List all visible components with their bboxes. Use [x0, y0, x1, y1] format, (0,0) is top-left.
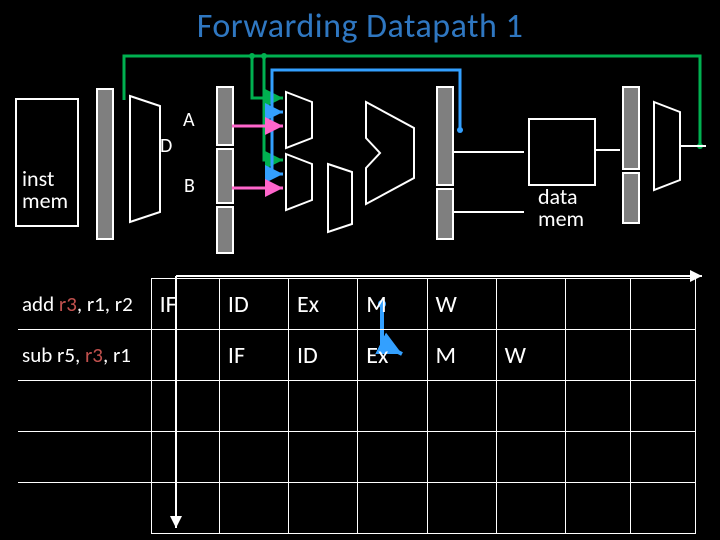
stage-cell: [630, 330, 695, 381]
stage-cell: M: [358, 279, 427, 330]
pipe-reg-id-ex-bot: [216, 206, 234, 254]
table-row: [18, 432, 696, 483]
stage-cell: [427, 432, 496, 483]
stage-cell: W: [496, 330, 565, 381]
page-title: Forwarding Datapath 1: [0, 6, 720, 47]
stage-cell: [151, 483, 219, 534]
stage-cell: M: [427, 330, 496, 381]
stage-cell: ID: [288, 330, 357, 381]
data-mem-label: data mem: [538, 186, 584, 230]
stage-cell: [496, 381, 565, 432]
stage-cell: IF: [151, 279, 219, 330]
stage-cell: [496, 279, 565, 330]
stage-cell: IF: [219, 330, 288, 381]
stage-cell: [427, 483, 496, 534]
instruction-cell: [18, 432, 151, 483]
port-b-label: B: [184, 174, 195, 198]
stage-cell: [565, 330, 630, 381]
stage-cell: W: [427, 279, 496, 330]
stage-cell: [219, 432, 288, 483]
instruction-cell: [18, 381, 151, 432]
stage-cell: [427, 381, 496, 432]
stage-cell: [565, 381, 630, 432]
stage-cell: [219, 483, 288, 534]
stage-cell: [151, 330, 219, 381]
pipe-reg-ex-mem-bot: [436, 188, 454, 240]
stage-cell: [496, 483, 565, 534]
pipe-reg-mem-wb-top: [622, 86, 640, 170]
stage-cell: Ex: [358, 330, 427, 381]
pipe-reg-if-id: [96, 88, 114, 240]
stage-cell: [630, 483, 695, 534]
stage-cell: Ex: [288, 279, 357, 330]
instruction-cell: sub r5, r3, r1: [18, 330, 151, 381]
stage-cell: [358, 432, 427, 483]
stage-cell: ID: [219, 279, 288, 330]
stage-cell: [358, 483, 427, 534]
stage-cell: [630, 432, 695, 483]
pipe-reg-ex-mem-top: [436, 86, 454, 186]
stage-cell: [565, 432, 630, 483]
stage-cell: [288, 432, 357, 483]
stage-cell: [151, 432, 219, 483]
stage-cell: [151, 381, 219, 432]
pipe-reg-mem-wb-bot: [622, 172, 640, 224]
instruction-cell: add r3, r1, r2: [18, 279, 151, 330]
port-d-label: D: [160, 134, 172, 158]
stage-cell: [288, 483, 357, 534]
stage-cell: [288, 381, 357, 432]
stage-cell: [630, 381, 695, 432]
stage-cell: [630, 279, 695, 330]
table-row: [18, 381, 696, 432]
stage-cell: [219, 381, 288, 432]
port-a-label: A: [183, 108, 195, 132]
inst-mem-label: inst mem: [22, 168, 68, 212]
stage-cell: [496, 432, 565, 483]
stage-cell: [358, 381, 427, 432]
instruction-cell: [18, 483, 151, 534]
stage-cell: [565, 279, 630, 330]
table-row: add r3, r1, r2IFIDExMW: [18, 279, 696, 330]
pipe-reg-id-ex-mid: [216, 148, 234, 204]
table-row: [18, 483, 696, 534]
pipeline-table: add r3, r1, r2IFIDExMWsub r5, r3, r1IFID…: [18, 278, 708, 534]
data-mem-block: [528, 118, 596, 186]
pipe-reg-id-ex-top: [216, 86, 234, 146]
table-row: sub r5, r3, r1 IFIDExMW: [18, 330, 696, 381]
stage-cell: [565, 483, 630, 534]
